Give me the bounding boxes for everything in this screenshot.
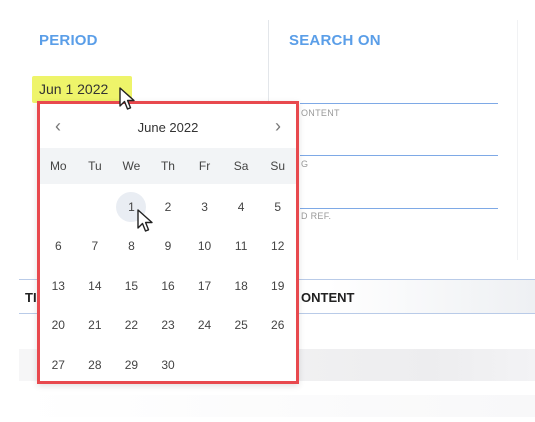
calendar-day[interactable]: 20 [43, 310, 73, 340]
calendar-day[interactable]: 19 [263, 271, 293, 301]
chevron-right-icon[interactable]: › [269, 117, 287, 137]
weekday-header-row: Mo Tu We Th Fr Sa Su [40, 148, 296, 184]
calendar-day[interactable]: 13 [43, 271, 73, 301]
calendar-day[interactable]: 27 [43, 350, 73, 380]
calendar-day[interactable]: 9 [153, 231, 183, 261]
weekday-label: Sa [233, 159, 249, 173]
calendar-day[interactable]: 24 [190, 310, 220, 340]
search-field-label: D REF. [301, 211, 332, 221]
search-field-label: ONTENT [301, 108, 340, 118]
calendar-month-title: June 2022 [137, 120, 199, 135]
cursor-arrow-icon [119, 87, 135, 110]
calendar-day[interactable]: 21 [80, 310, 110, 340]
calendar-day[interactable]: 22 [116, 310, 146, 340]
calendar-day[interactable]: 12 [263, 231, 293, 261]
table-header-cell-content[interactable]: ONTENT [301, 290, 354, 305]
calendar-day[interactable]: 23 [153, 310, 183, 340]
calendar-day[interactable]: 30 [153, 350, 183, 380]
weekday-label: We [122, 159, 141, 173]
calendar-header: ‹ June 2022 › [40, 104, 296, 148]
search-field-underline[interactable] [300, 208, 498, 209]
weekday-label: Fr [198, 159, 211, 173]
table-row[interactable] [19, 395, 535, 417]
column-divider-right [517, 20, 518, 260]
calendar-day[interactable]: 29 [116, 350, 146, 380]
weekday-label: Su [270, 159, 286, 173]
calendar-day[interactable]: 7 [80, 231, 110, 261]
search-field-underline[interactable] [300, 155, 498, 156]
table-header-cell[interactable]: TI [25, 290, 37, 305]
calendar-day[interactable]: 16 [153, 271, 183, 301]
calendar-day[interactable]: 25 [226, 310, 256, 340]
calendar-day[interactable]: 28 [80, 350, 110, 380]
calendar-day[interactable]: 15 [116, 271, 146, 301]
calendar-day[interactable]: 18 [226, 271, 256, 301]
calendar-day[interactable]: 17 [190, 271, 220, 301]
calendar-day[interactable]: 3 [190, 192, 220, 222]
calendar-day[interactable]: 4 [226, 192, 256, 222]
hand-pointer-icon [137, 209, 153, 232]
search-field-label: G [301, 159, 309, 169]
weekday-label: Tu [88, 159, 102, 173]
calendar-day[interactable]: 26 [263, 310, 293, 340]
calendar-day[interactable]: 11 [226, 231, 256, 261]
calendar-day[interactable]: 5 [263, 192, 293, 222]
weekday-label: Mo [49, 159, 67, 173]
search-on-heading: SEARCH ON [289, 32, 381, 49]
search-field-underline[interactable] [300, 103, 498, 104]
calendar-day[interactable]: 8 [116, 231, 146, 261]
calendar-day[interactable]: 14 [80, 271, 110, 301]
calendar-day[interactable]: 2 [153, 192, 183, 222]
calendar-day[interactable]: 10 [190, 231, 220, 261]
weekday-label: Th [160, 159, 175, 173]
period-heading: PERIOD [39, 32, 98, 49]
date-picker-popup: ‹ June 2022 › Mo Tu We Th Fr Sa Su 1 2 3 4 5 6 7 8 9 10… [37, 101, 299, 384]
calendar-day[interactable]: 6 [43, 231, 73, 261]
